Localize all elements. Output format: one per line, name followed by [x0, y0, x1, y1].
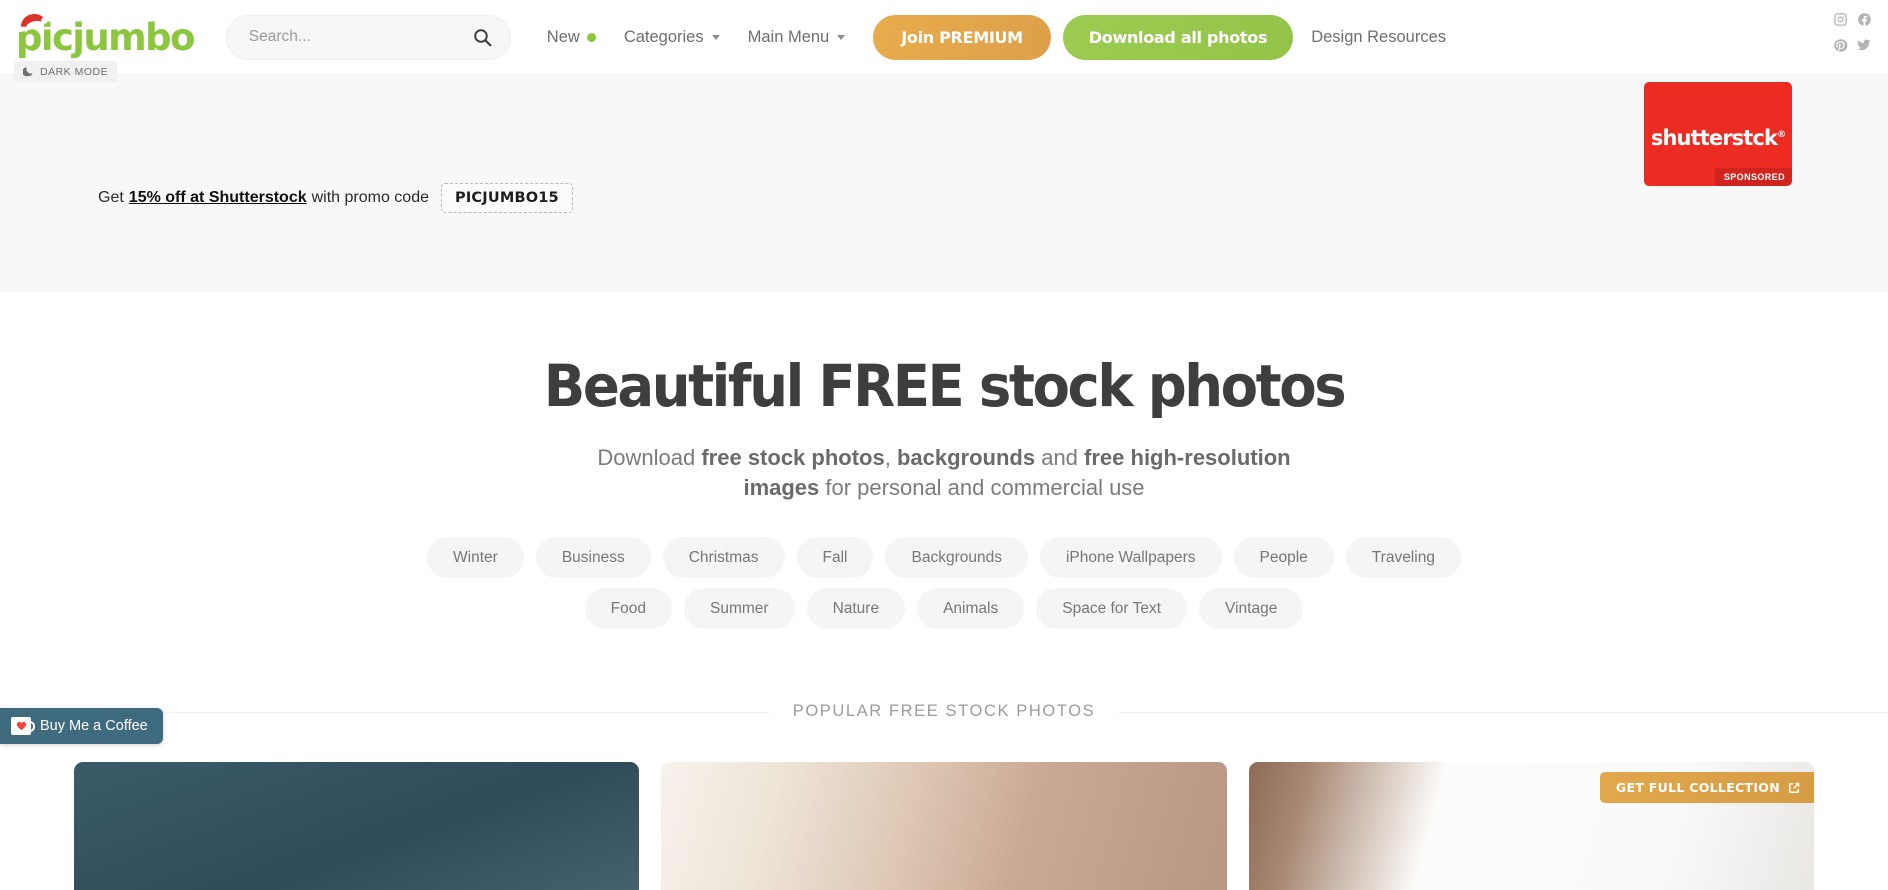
nav-item-new[interactable]: New	[533, 28, 610, 47]
tag-pill[interactable]: Business	[535, 537, 651, 579]
download-all-photos-button[interactable]: Download all photos	[1062, 14, 1294, 60]
photo-card[interactable]	[661, 762, 1227, 890]
tag-pill[interactable]: Winter	[427, 537, 524, 579]
coffee-cup-icon	[11, 717, 35, 735]
registered-mark: ®	[1777, 130, 1786, 140]
popular-photos-heading: POPULAR FREE STOCK PHOTOS	[0, 702, 1888, 722]
chevron-down-icon	[837, 34, 846, 40]
hero-subtitle: Download free stock photos, backgrounds …	[594, 443, 1294, 502]
moon-icon	[23, 67, 33, 77]
twitter-link[interactable]	[1856, 37, 1872, 53]
tag-pill[interactable]: Space for Text	[1036, 588, 1188, 630]
pinterest-icon	[1833, 38, 1847, 52]
hero-subtitle-part-0: Download	[597, 444, 702, 470]
sponsored-ad-banner: shutterstck® SPONSORED Get 15% off at Sh…	[0, 74, 1888, 292]
nav-item-design-resources[interactable]: Design Resources	[1293, 28, 1464, 47]
shutterstock-logo: shutterstck®	[1644, 126, 1792, 150]
tag-pill[interactable]: Food	[584, 588, 672, 630]
nav-item-main-menu[interactable]: Main Menu	[734, 28, 860, 47]
tag-pill[interactable]: People	[1233, 537, 1334, 579]
instagram-link[interactable]	[1833, 12, 1848, 27]
promo-line: Get 15% off at Shutterstock with promo c…	[98, 183, 573, 213]
tag-pill[interactable]: Nature	[806, 588, 906, 630]
buy-me-a-coffee-button[interactable]: Buy Me a Coffee	[0, 708, 163, 744]
shutterstock-brand-end: ck	[1752, 126, 1778, 150]
shutterstock-ad-card[interactable]: shutterstck® SPONSORED	[1644, 82, 1792, 186]
photo-card[interactable]: GET FULL COLLECTION	[1248, 762, 1814, 890]
popular-photos-heading-label: POPULAR FREE STOCK PHOTOS	[768, 702, 1120, 721]
logo-text: picjumbo	[16, 15, 195, 59]
dark-mode-label: DARK MODE	[40, 65, 109, 78]
tag-pill[interactable]: Traveling	[1345, 537, 1461, 579]
nav-item-main-menu-label: Main Menu	[747, 27, 830, 46]
instagram-icon	[1833, 12, 1847, 26]
tag-pill[interactable]: Christmas	[662, 537, 785, 579]
buy-me-a-coffee-label: Buy Me a Coffee	[40, 718, 148, 734]
hero-subtitle-part-3: backgrounds	[896, 444, 1036, 470]
tag-pill[interactable]: Vintage	[1199, 588, 1304, 630]
join-premium-button[interactable]: Join PREMIUM	[873, 14, 1051, 60]
facebook-link[interactable]	[1857, 12, 1872, 27]
search-input[interactable]	[226, 28, 468, 46]
twitter-icon	[1857, 39, 1871, 51]
external-link-icon	[1788, 782, 1800, 793]
photo-card[interactable]	[74, 762, 640, 890]
page-title: Beautiful FREE stock photos	[543, 352, 1347, 420]
hero-subtitle-part-6: for personal and commercial use	[819, 474, 1145, 500]
hero-subtitle-part-2: ,	[884, 444, 897, 470]
get-full-collection-badge[interactable]: GET FULL COLLECTION	[1599, 772, 1814, 804]
main-navigation: New Categories Main Menu Join PREMIUM Do…	[533, 14, 1464, 60]
tag-pill[interactable]: Summer	[683, 588, 795, 630]
promo-code-chip[interactable]: PICJUMBO15	[441, 183, 573, 213]
dark-mode-toggle[interactable]: DARK MODE	[14, 61, 118, 82]
photo-grid: GET FULL COLLECTION	[74, 762, 1814, 890]
facebook-icon	[1857, 12, 1871, 26]
search-submit-button[interactable]	[468, 16, 510, 59]
tag-pill[interactable]: iPhone Wallpapers	[1039, 537, 1222, 579]
hero-subtitle-part-1: free stock photos	[701, 444, 885, 470]
tag-pill[interactable]: Backgrounds	[885, 537, 1028, 579]
promo-middle-text: with promo code	[311, 189, 429, 206]
hero-subtitle-part-4: and	[1035, 444, 1085, 470]
chevron-down-icon	[711, 34, 720, 40]
tag-pill[interactable]: Animals	[917, 588, 1025, 630]
shutterstock-brand-start: shutterst	[1650, 126, 1753, 150]
site-header: picjumbo New Categories Main Menu Join P…	[0, 0, 1888, 82]
social-links	[1828, 6, 1876, 58]
search-box[interactable]	[225, 14, 511, 60]
nav-item-categories[interactable]: Categories	[610, 28, 734, 47]
hero-section: Beautiful FREE stock photos Download fre…	[0, 292, 1888, 502]
get-full-collection-label: GET FULL COLLECTION	[1615, 780, 1780, 796]
nav-item-categories-label: Categories	[623, 27, 704, 46]
nav-item-new-label: New	[546, 27, 580, 46]
sponsored-label: SPONSORED	[1714, 168, 1792, 186]
pinterest-link[interactable]	[1833, 38, 1848, 53]
popular-tags-list: Winter Business Christmas Fall Backgrounds iP…	[394, 537, 1494, 630]
promo-offer-link[interactable]: 15% off at Shutterstock	[129, 189, 307, 207]
promo-prefix: Get	[98, 189, 124, 206]
search-icon	[474, 28, 492, 46]
new-indicator-dot	[586, 32, 596, 42]
tag-pill[interactable]: Fall	[796, 537, 874, 579]
